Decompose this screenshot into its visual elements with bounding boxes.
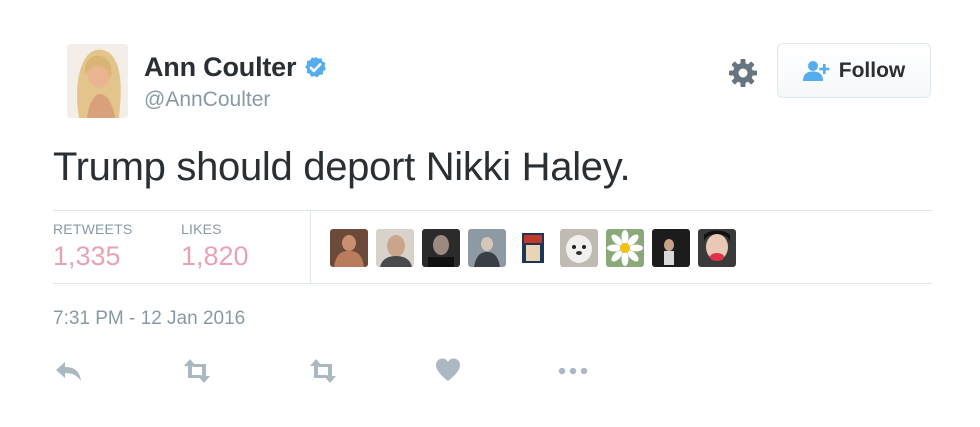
- tweet-text: Trump should deport Nikki Haley.: [53, 145, 631, 189]
- follow-user-icon: [802, 60, 831, 82]
- tweet-stats: RETWEETS 1,335 LIKES 1,820: [53, 210, 932, 284]
- liker-avatar-2[interactable]: [376, 229, 414, 267]
- likes-label: LIKES: [181, 221, 222, 237]
- retweet-icon[interactable]: [306, 356, 338, 386]
- follow-button-label: Follow: [838, 58, 906, 82]
- gear-icon[interactable]: [727, 57, 759, 89]
- retweets-label: RETWEETS: [53, 221, 133, 237]
- stats-divider: [310, 211, 311, 283]
- reply-icon[interactable]: [53, 356, 85, 386]
- author-handle[interactable]: @AnnCoulter: [144, 88, 270, 112]
- liker-avatars: [330, 229, 744, 267]
- liker-avatar-8[interactable]: [652, 229, 690, 267]
- more-options-icon[interactable]: [557, 356, 589, 386]
- liker-avatar-4[interactable]: [468, 229, 506, 267]
- follow-button[interactable]: Follow: [777, 43, 931, 98]
- liker-avatar-5[interactable]: [514, 229, 552, 267]
- verified-badge-icon: [303, 55, 328, 80]
- author-name[interactable]: Ann Coulter: [144, 52, 296, 83]
- liker-avatar-1[interactable]: [330, 229, 368, 267]
- like-heart-icon[interactable]: [434, 356, 466, 386]
- likes-stat[interactable]: LIKES 1,820: [181, 221, 249, 272]
- likes-count: 1,820: [181, 241, 249, 271]
- liker-avatar-7[interactable]: [606, 229, 644, 267]
- retweets-count: 1,335: [53, 241, 121, 271]
- retweet-icon[interactable]: [180, 356, 212, 386]
- liker-avatar-9[interactable]: [698, 229, 736, 267]
- liker-avatar-3[interactable]: [422, 229, 460, 267]
- author-name-row: Ann Coulter: [144, 52, 328, 83]
- tweet-timestamp[interactable]: 7:31 PM - 12 Jan 2016: [53, 308, 245, 330]
- author-avatar[interactable]: [67, 44, 128, 118]
- liker-avatar-6[interactable]: [560, 229, 598, 267]
- retweets-stat[interactable]: RETWEETS 1,335: [53, 221, 132, 272]
